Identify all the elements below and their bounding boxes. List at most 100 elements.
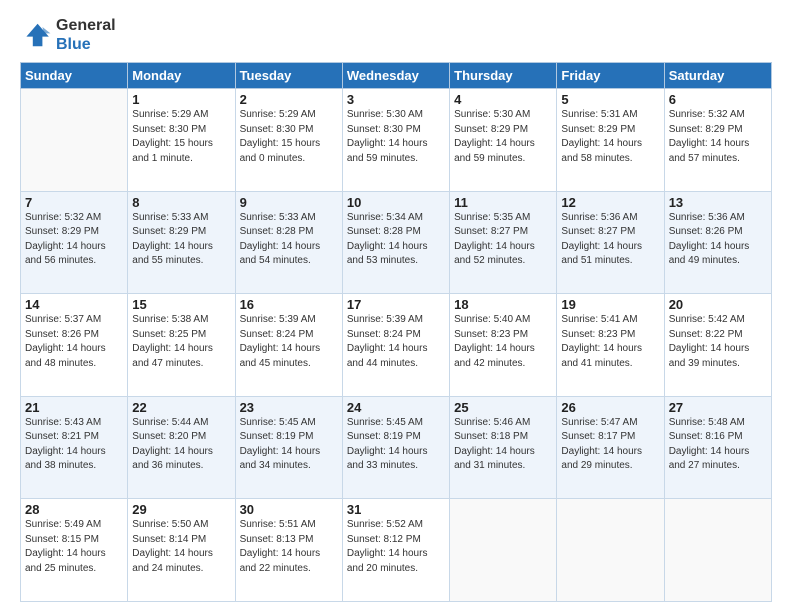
- day-info: Sunrise: 5:45 AM Sunset: 8:19 PM Dayligh…: [347, 416, 445, 474]
- day-number: 17: [347, 297, 445, 312]
- calendar-table: SundayMondayTuesdayWednesdayThursdayFrid…: [20, 62, 772, 602]
- week-row-2: 7Sunrise: 5:32 AM Sunset: 8:29 PM Daylig…: [21, 191, 772, 294]
- day-info: Sunrise: 5:33 AM Sunset: 8:29 PM Dayligh…: [132, 211, 230, 269]
- calendar-cell: 8Sunrise: 5:33 AM Sunset: 8:29 PM Daylig…: [128, 191, 235, 294]
- day-info: Sunrise: 5:39 AM Sunset: 8:24 PM Dayligh…: [240, 313, 338, 371]
- calendar-cell: [557, 499, 664, 602]
- logo-text: General Blue: [56, 16, 116, 54]
- week-row-5: 28Sunrise: 5:49 AM Sunset: 8:15 PM Dayli…: [21, 499, 772, 602]
- calendar-cell: 30Sunrise: 5:51 AM Sunset: 8:13 PM Dayli…: [235, 499, 342, 602]
- calendar-cell: 31Sunrise: 5:52 AM Sunset: 8:12 PM Dayli…: [342, 499, 449, 602]
- calendar-cell: 24Sunrise: 5:45 AM Sunset: 8:19 PM Dayli…: [342, 396, 449, 499]
- day-info: Sunrise: 5:29 AM Sunset: 8:30 PM Dayligh…: [132, 108, 230, 166]
- day-info: Sunrise: 5:47 AM Sunset: 8:17 PM Dayligh…: [561, 416, 659, 474]
- day-info: Sunrise: 5:34 AM Sunset: 8:28 PM Dayligh…: [347, 211, 445, 269]
- calendar-cell: 25Sunrise: 5:46 AM Sunset: 8:18 PM Dayli…: [450, 396, 557, 499]
- day-info: Sunrise: 5:38 AM Sunset: 8:25 PM Dayligh…: [132, 313, 230, 371]
- day-number: 26: [561, 400, 659, 415]
- calendar-cell: 19Sunrise: 5:41 AM Sunset: 8:23 PM Dayli…: [557, 294, 664, 397]
- calendar-cell: [450, 499, 557, 602]
- logo-icon: [20, 19, 52, 51]
- calendar-cell: 14Sunrise: 5:37 AM Sunset: 8:26 PM Dayli…: [21, 294, 128, 397]
- day-number: 14: [25, 297, 123, 312]
- day-number: 11: [454, 195, 552, 210]
- week-row-1: 1Sunrise: 5:29 AM Sunset: 8:30 PM Daylig…: [21, 89, 772, 192]
- calendar-cell: 11Sunrise: 5:35 AM Sunset: 8:27 PM Dayli…: [450, 191, 557, 294]
- calendar-cell: [664, 499, 771, 602]
- calendar-cell: 15Sunrise: 5:38 AM Sunset: 8:25 PM Dayli…: [128, 294, 235, 397]
- calendar-cell: 22Sunrise: 5:44 AM Sunset: 8:20 PM Dayli…: [128, 396, 235, 499]
- day-info: Sunrise: 5:30 AM Sunset: 8:30 PM Dayligh…: [347, 108, 445, 166]
- calendar-cell: 18Sunrise: 5:40 AM Sunset: 8:23 PM Dayli…: [450, 294, 557, 397]
- week-row-3: 14Sunrise: 5:37 AM Sunset: 8:26 PM Dayli…: [21, 294, 772, 397]
- day-number: 10: [347, 195, 445, 210]
- day-info: Sunrise: 5:45 AM Sunset: 8:19 PM Dayligh…: [240, 416, 338, 474]
- day-number: 6: [669, 92, 767, 107]
- day-info: Sunrise: 5:41 AM Sunset: 8:23 PM Dayligh…: [561, 313, 659, 371]
- day-number: 19: [561, 297, 659, 312]
- day-info: Sunrise: 5:43 AM Sunset: 8:21 PM Dayligh…: [25, 416, 123, 474]
- day-number: 9: [240, 195, 338, 210]
- day-number: 5: [561, 92, 659, 107]
- day-number: 21: [25, 400, 123, 415]
- day-number: 15: [132, 297, 230, 312]
- day-info: Sunrise: 5:49 AM Sunset: 8:15 PM Dayligh…: [25, 518, 123, 576]
- day-number: 25: [454, 400, 552, 415]
- day-info: Sunrise: 5:51 AM Sunset: 8:13 PM Dayligh…: [240, 518, 338, 576]
- day-info: Sunrise: 5:30 AM Sunset: 8:29 PM Dayligh…: [454, 108, 552, 166]
- calendar-cell: 10Sunrise: 5:34 AM Sunset: 8:28 PM Dayli…: [342, 191, 449, 294]
- page: General Blue SundayMondayTuesdayWednesda…: [0, 0, 792, 612]
- day-info: Sunrise: 5:36 AM Sunset: 8:27 PM Dayligh…: [561, 211, 659, 269]
- day-number: 29: [132, 502, 230, 517]
- col-header-monday: Monday: [128, 63, 235, 89]
- day-number: 7: [25, 195, 123, 210]
- calendar-cell: 23Sunrise: 5:45 AM Sunset: 8:19 PM Dayli…: [235, 396, 342, 499]
- day-info: Sunrise: 5:32 AM Sunset: 8:29 PM Dayligh…: [669, 108, 767, 166]
- calendar-cell: 16Sunrise: 5:39 AM Sunset: 8:24 PM Dayli…: [235, 294, 342, 397]
- day-number: 18: [454, 297, 552, 312]
- day-info: Sunrise: 5:48 AM Sunset: 8:16 PM Dayligh…: [669, 416, 767, 474]
- calendar-cell: 2Sunrise: 5:29 AM Sunset: 8:30 PM Daylig…: [235, 89, 342, 192]
- day-number: 20: [669, 297, 767, 312]
- header: General Blue: [20, 16, 772, 54]
- col-header-thursday: Thursday: [450, 63, 557, 89]
- calendar-cell: 6Sunrise: 5:32 AM Sunset: 8:29 PM Daylig…: [664, 89, 771, 192]
- day-info: Sunrise: 5:36 AM Sunset: 8:26 PM Dayligh…: [669, 211, 767, 269]
- day-info: Sunrise: 5:42 AM Sunset: 8:22 PM Dayligh…: [669, 313, 767, 371]
- day-info: Sunrise: 5:39 AM Sunset: 8:24 PM Dayligh…: [347, 313, 445, 371]
- calendar-cell: 29Sunrise: 5:50 AM Sunset: 8:14 PM Dayli…: [128, 499, 235, 602]
- day-info: Sunrise: 5:31 AM Sunset: 8:29 PM Dayligh…: [561, 108, 659, 166]
- day-number: 1: [132, 92, 230, 107]
- calendar-cell: 26Sunrise: 5:47 AM Sunset: 8:17 PM Dayli…: [557, 396, 664, 499]
- day-number: 23: [240, 400, 338, 415]
- day-number: 16: [240, 297, 338, 312]
- day-info: Sunrise: 5:37 AM Sunset: 8:26 PM Dayligh…: [25, 313, 123, 371]
- calendar-cell: 9Sunrise: 5:33 AM Sunset: 8:28 PM Daylig…: [235, 191, 342, 294]
- calendar-cell: 4Sunrise: 5:30 AM Sunset: 8:29 PM Daylig…: [450, 89, 557, 192]
- day-info: Sunrise: 5:50 AM Sunset: 8:14 PM Dayligh…: [132, 518, 230, 576]
- week-row-4: 21Sunrise: 5:43 AM Sunset: 8:21 PM Dayli…: [21, 396, 772, 499]
- logo: General Blue: [20, 16, 116, 54]
- day-number: 24: [347, 400, 445, 415]
- calendar-cell: 21Sunrise: 5:43 AM Sunset: 8:21 PM Dayli…: [21, 396, 128, 499]
- day-number: 3: [347, 92, 445, 107]
- day-info: Sunrise: 5:52 AM Sunset: 8:12 PM Dayligh…: [347, 518, 445, 576]
- calendar-header-row: SundayMondayTuesdayWednesdayThursdayFrid…: [21, 63, 772, 89]
- day-number: 28: [25, 502, 123, 517]
- day-number: 4: [454, 92, 552, 107]
- col-header-saturday: Saturday: [664, 63, 771, 89]
- day-info: Sunrise: 5:32 AM Sunset: 8:29 PM Dayligh…: [25, 211, 123, 269]
- day-info: Sunrise: 5:40 AM Sunset: 8:23 PM Dayligh…: [454, 313, 552, 371]
- day-number: 12: [561, 195, 659, 210]
- calendar-cell: 17Sunrise: 5:39 AM Sunset: 8:24 PM Dayli…: [342, 294, 449, 397]
- calendar-cell: 20Sunrise: 5:42 AM Sunset: 8:22 PM Dayli…: [664, 294, 771, 397]
- day-number: 30: [240, 502, 338, 517]
- day-info: Sunrise: 5:29 AM Sunset: 8:30 PM Dayligh…: [240, 108, 338, 166]
- calendar-cell: 27Sunrise: 5:48 AM Sunset: 8:16 PM Dayli…: [664, 396, 771, 499]
- day-number: 8: [132, 195, 230, 210]
- calendar-cell: 3Sunrise: 5:30 AM Sunset: 8:30 PM Daylig…: [342, 89, 449, 192]
- day-number: 13: [669, 195, 767, 210]
- day-number: 22: [132, 400, 230, 415]
- day-number: 31: [347, 502, 445, 517]
- day-info: Sunrise: 5:35 AM Sunset: 8:27 PM Dayligh…: [454, 211, 552, 269]
